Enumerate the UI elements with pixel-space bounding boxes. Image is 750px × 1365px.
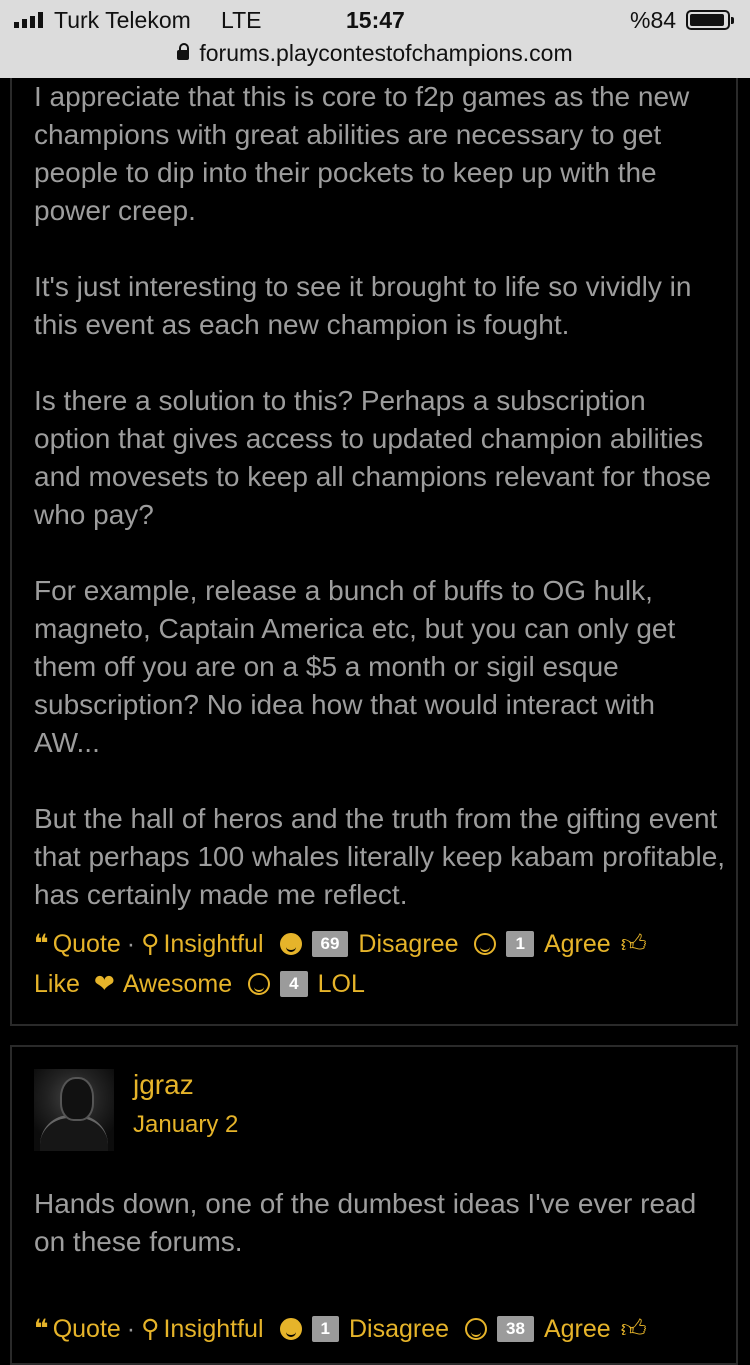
address-bar[interactable]: forums.playcontestofchampions.com	[0, 40, 750, 67]
separator: ·	[126, 930, 136, 958]
signal-icon	[14, 12, 43, 28]
browser-chrome: Turk Telekom LTE 15:47 %84 forums.playco…	[0, 0, 750, 78]
post-paragraph: I appreciate that this is core to f2p ga…	[34, 81, 690, 226]
like-button[interactable]: Like	[34, 964, 80, 1004]
thumbs-up-icon: 👍︎	[620, 1315, 647, 1343]
status-bar: Turk Telekom LTE 15:47 %84	[0, 0, 750, 40]
disagree-icon	[279, 1318, 302, 1340]
agree-icon	[474, 933, 497, 955]
agree-button[interactable]: Agree	[544, 924, 611, 964]
post-body: I appreciate that this is core to f2p ga…	[34, 78, 726, 914]
disagree-count: 1	[311, 1316, 339, 1342]
agree-count: 1	[506, 931, 534, 957]
disagree-icon	[279, 933, 302, 955]
post-paragraph: But the hall of heros and the truth from…	[34, 803, 726, 910]
heart-icon: ❤	[93, 970, 115, 998]
insightful-button[interactable]: Insightful	[163, 1309, 263, 1349]
url-text: forums.playcontestofchampions.com	[199, 40, 573, 66]
forum-post: jgraz January 2 Hands down, one of the d…	[10, 1045, 738, 1365]
post-paragraph: It's just interesting to see it brought …	[34, 271, 692, 340]
battery-percent: %84	[630, 7, 677, 33]
agree-icon	[465, 1318, 488, 1340]
disagree-button[interactable]: Disagree	[349, 1309, 449, 1349]
lol-button[interactable]: LOL	[318, 964, 365, 1004]
clock: 15:47	[346, 7, 405, 33]
awesome-button[interactable]: Awesome	[123, 964, 232, 1004]
network-type: LTE	[221, 7, 262, 33]
reaction-bar: ❝ Quote · ⚲ Insightful 69 Disagree 1 Agr…	[34, 924, 647, 1004]
username-link[interactable]: jgraz	[133, 1069, 194, 1101]
post-date[interactable]: January 2	[133, 1111, 238, 1139]
lightbulb-icon: ⚲	[141, 930, 160, 958]
lock-icon	[177, 43, 190, 60]
lightbulb-icon: ⚲	[141, 1315, 160, 1343]
disagree-button[interactable]: Disagree	[358, 924, 458, 964]
quote-icon: ❝	[34, 1315, 49, 1343]
reaction-bar: ❝ Quote · ⚲ Insightful 1 Disagree 38 Agr…	[34, 1309, 647, 1349]
agree-button[interactable]: Agree	[544, 1309, 611, 1349]
quote-button[interactable]: Quote	[53, 1309, 121, 1349]
carrier-name: Turk Telekom	[54, 7, 191, 33]
lol-count: 4	[280, 971, 308, 997]
quote-icon: ❝	[34, 930, 49, 958]
battery-icon	[686, 10, 734, 30]
separator: ·	[126, 1315, 136, 1343]
thumbs-up-icon: 👍︎	[620, 930, 647, 958]
post-paragraph: Hands down, one of the dumbest ideas I'v…	[34, 1188, 697, 1257]
insightful-button[interactable]: Insightful	[163, 924, 263, 964]
agree-count: 38	[497, 1316, 534, 1342]
disagree-count: 69	[311, 931, 349, 957]
lol-icon	[248, 973, 271, 995]
post-body: Hands down, one of the dumbest ideas I'v…	[34, 1185, 726, 1261]
post-paragraph: For example, release a bunch of buffs to…	[34, 575, 676, 758]
avatar[interactable]	[34, 1069, 114, 1151]
quote-button[interactable]: Quote	[53, 924, 121, 964]
forum-post: I appreciate that this is core to f2p ga…	[10, 50, 738, 1026]
post-paragraph: Is there a solution to this? Perhaps a s…	[34, 385, 712, 530]
